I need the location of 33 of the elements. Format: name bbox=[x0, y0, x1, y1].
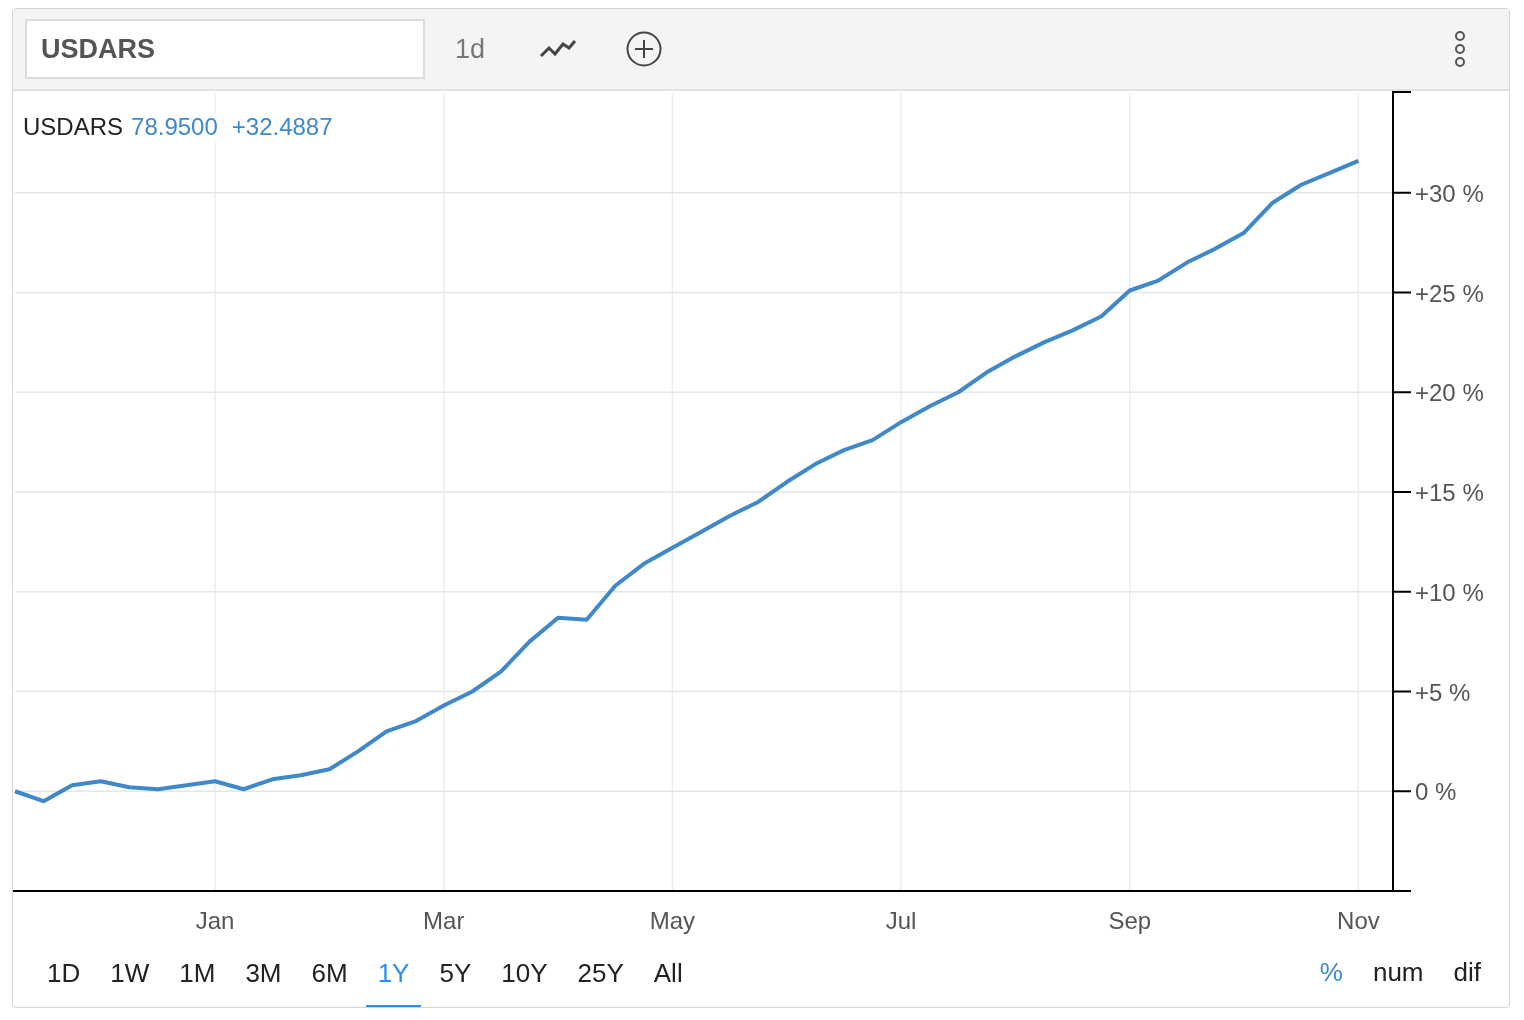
line-chart-icon[interactable] bbox=[539, 38, 578, 60]
axis-label: Sep bbox=[1108, 907, 1152, 934]
range-tab[interactable]: 1M bbox=[167, 941, 228, 1007]
axis-label: May bbox=[649, 907, 696, 934]
axis-label: +15 % bbox=[1415, 479, 1484, 506]
axis-label: Jul bbox=[885, 907, 917, 934]
axis-label: +5 % bbox=[1415, 678, 1471, 706]
interval-button[interactable]: 1d bbox=[451, 29, 490, 69]
axis-label: +20 % bbox=[1415, 379, 1484, 407]
range-tab[interactable]: 25Y bbox=[565, 941, 636, 1007]
legend-symbol: USDARS bbox=[23, 113, 124, 141]
axis-label: 0 % bbox=[1415, 778, 1457, 806]
axis-label: Mar bbox=[423, 907, 465, 934]
axis-label: +25 % bbox=[1415, 279, 1484, 307]
more-icon[interactable] bbox=[1453, 29, 1467, 69]
axis-label: Jan bbox=[195, 907, 235, 934]
unit-toggle[interactable]: num bbox=[1364, 941, 1432, 1007]
axis-label: Nov bbox=[1337, 907, 1380, 934]
symbol-field[interactable]: USDARS bbox=[25, 19, 425, 79]
unit-toggle[interactable]: dif bbox=[1445, 941, 1489, 1007]
add-icon[interactable] bbox=[625, 30, 664, 68]
axis-label: +30 % bbox=[1415, 179, 1484, 207]
range-tab[interactable]: 3M bbox=[233, 941, 294, 1007]
range-tab[interactable]: All bbox=[641, 941, 695, 1007]
range-tab[interactable]: 6M bbox=[299, 941, 360, 1007]
range-tab[interactable]: 1D bbox=[35, 941, 93, 1007]
range-tab[interactable]: 1W bbox=[98, 941, 162, 1007]
legend-price: 78.9500 bbox=[131, 113, 218, 141]
unit-toggle[interactable]: % bbox=[1311, 941, 1351, 1007]
range-tab[interactable]: 5Y bbox=[427, 941, 484, 1007]
range-tab[interactable]: 10Y bbox=[489, 941, 560, 1007]
legend-change: +32.4887 bbox=[231, 113, 333, 141]
axis-label: +10 % bbox=[1415, 578, 1484, 606]
